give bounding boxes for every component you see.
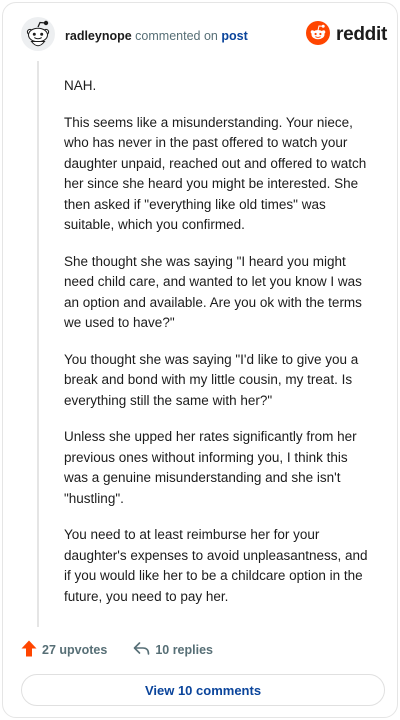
comment-meta: radleynope commented on post (65, 28, 248, 44)
comment-paragraph: You need to at least reimburse her for y… (64, 527, 368, 604)
commented-on-label: commented on (135, 29, 218, 43)
username-link[interactable]: radleynope (65, 29, 132, 43)
replies-button[interactable]: 10 replies (133, 641, 213, 659)
reply-arrow-icon (133, 641, 150, 659)
comment-header: radleynope commented on post reddit (21, 17, 389, 53)
reddit-wordmark: reddit (336, 24, 387, 45)
reply-count: 10 replies (155, 643, 213, 657)
snoo-avatar-icon[interactable] (21, 17, 55, 51)
post-link[interactable]: post (221, 29, 247, 43)
comment-actions: 27 upvotes 10 replies (21, 640, 239, 660)
reddit-brand[interactable]: reddit (306, 20, 387, 50)
upvote-arrow-icon (21, 640, 37, 660)
comment-paragraph: You thought she was saying "I'd like to … (64, 351, 359, 408)
upvote-button[interactable]: 27 upvotes (21, 640, 107, 660)
comment-body: NAH. This seems like a misunderstanding.… (64, 76, 374, 623)
comment-card: radleynope commented on post reddit NAH.… (2, 2, 398, 718)
upvote-count: 27 upvotes (42, 643, 108, 657)
view-comments-button[interactable]: View 10 comments (21, 674, 385, 706)
reddit-logo-icon (306, 20, 331, 50)
comment-paragraph: Unless she upped her rates significantly… (64, 429, 357, 506)
comment-paragraph: NAH. (64, 78, 97, 93)
comment-paragraph: This seems like a misunderstanding. Your… (64, 114, 367, 233)
comment-paragraph: She thought she was saying "I heard you … (64, 253, 362, 331)
thread-line[interactable] (37, 61, 39, 627)
